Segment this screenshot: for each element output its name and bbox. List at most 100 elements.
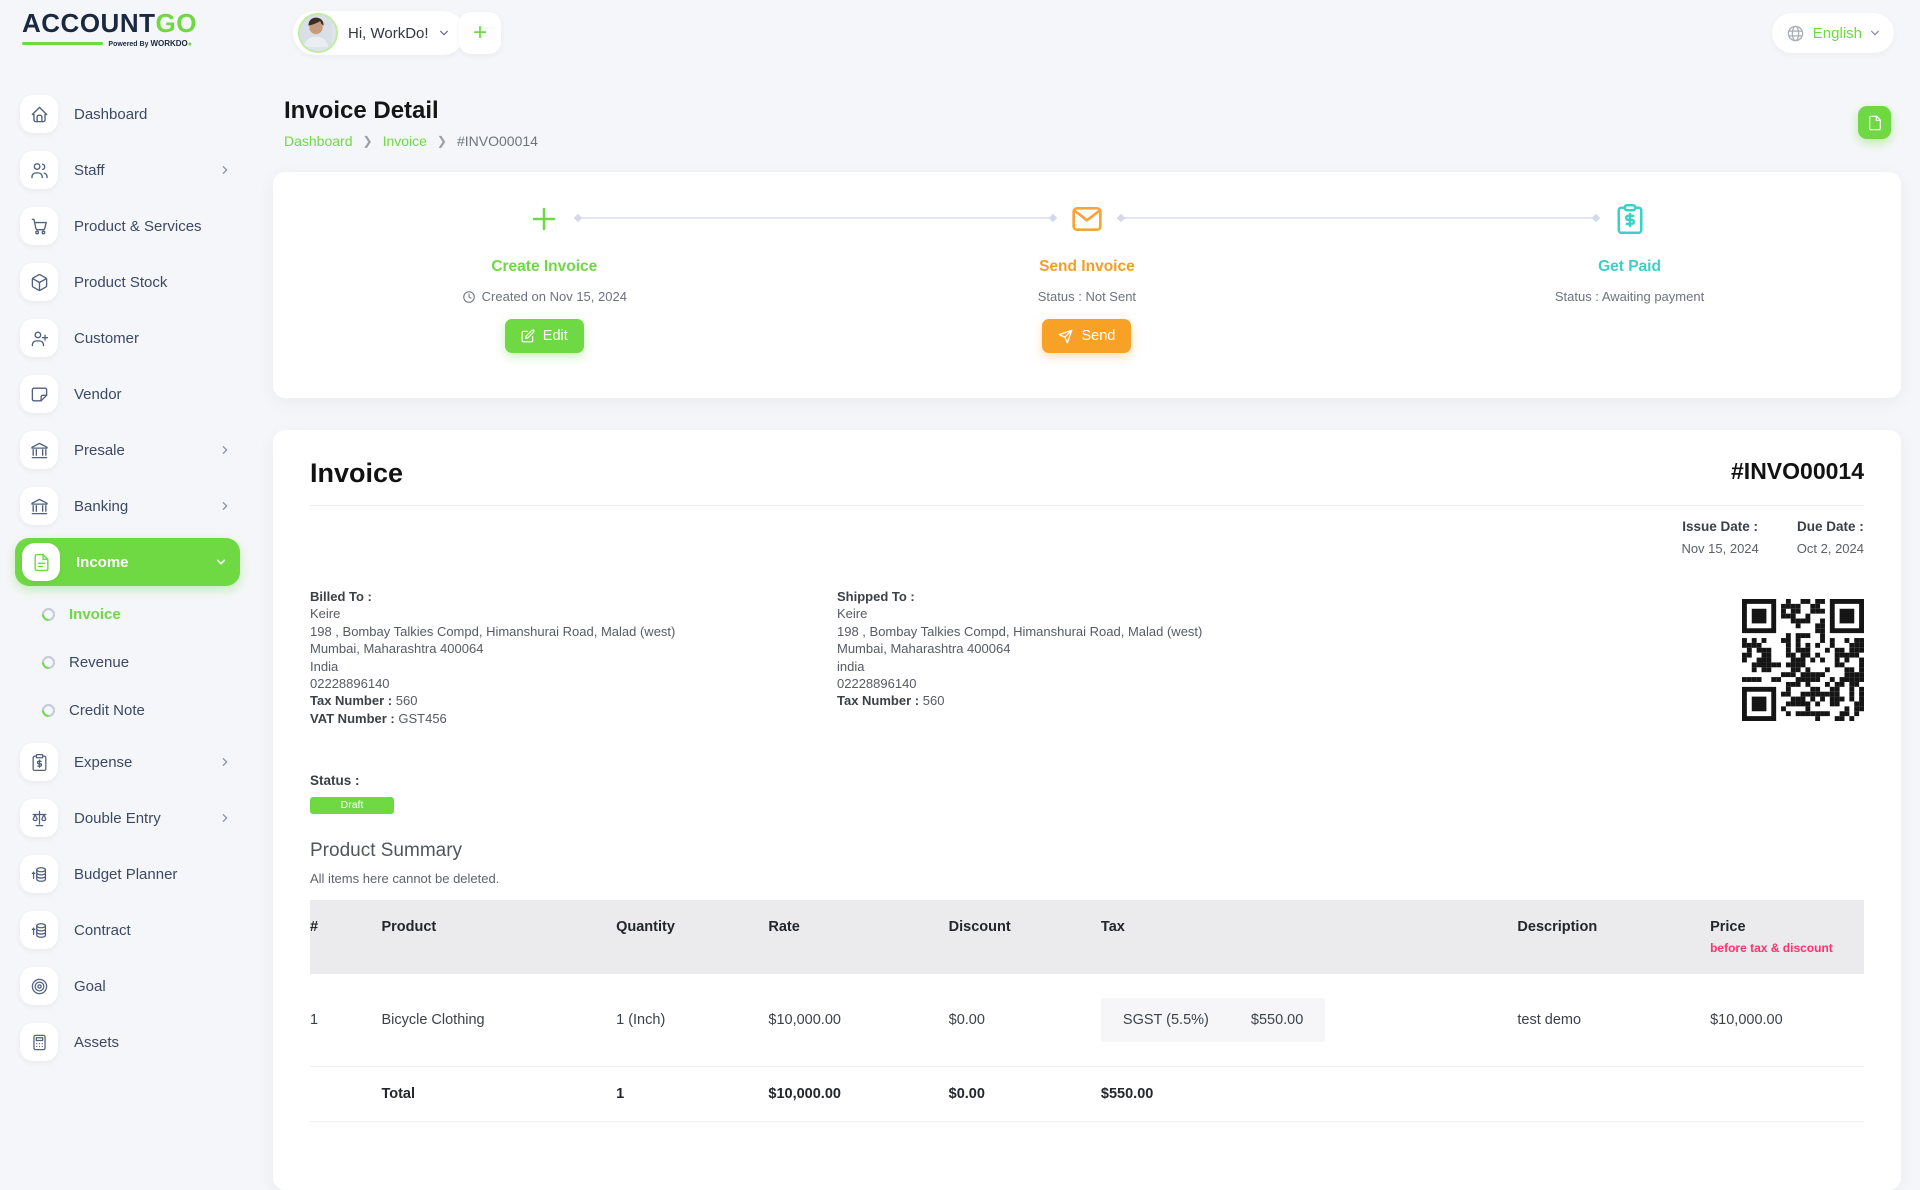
user-menu[interactable]: Hi, WorkDo! [293,11,465,55]
sidebar-item-customer[interactable]: Customer [0,310,256,366]
total-discount: $0.00 [949,1067,1101,1122]
cell-quantity: 1 (Inch) [616,974,768,1067]
add-button[interactable]: + [459,12,501,54]
logo-text: ACCOUNTGO [22,10,192,36]
product-summary-title: Product Summary [310,840,1864,862]
step-title: Send Invoice [816,258,1359,276]
price-subnote: before tax & discount [1710,941,1856,955]
step-get-paid: Get Paid Status : Awaiting payment [1358,172,1901,398]
sidebar-item-label: Vendor [74,386,122,403]
sidebar-subitem-label: Credit Note [69,702,145,719]
bullet-ring-icon [39,701,57,719]
total-quantity: 1 [616,1067,768,1122]
sidebar-item-assets[interactable]: Assets [0,1014,256,1070]
logo-underline [22,42,103,45]
sidebar-item-label: Contract [74,922,131,939]
coins-icon [30,921,49,940]
chevron-right-icon [220,757,230,767]
edit-invoice-button[interactable]: Edit [505,319,584,353]
chevron-right-icon: ❯ [437,134,447,148]
cell-tax: SGST (5.5%) $550.00 [1101,974,1517,1067]
sidebar-subitem-credit-note[interactable]: Credit Note [0,686,256,734]
sidebar-item-label: Goal [74,978,106,995]
col-rate: Rate [768,900,948,974]
users-icon [30,161,49,180]
sidebar-item-presale[interactable]: Presale [0,422,256,478]
chevron-right-icon [220,501,230,511]
step-status: Status : Not Sent [816,289,1359,304]
sidebar-item-product-stock[interactable]: Product Stock [0,254,256,310]
sidebar-subitem-invoice[interactable]: Invoice [0,590,256,638]
sidebar-item-double-entry[interactable]: Double Entry [0,790,256,846]
sidebar-item-label: Assets [74,1034,119,1051]
sidebar-item-contract[interactable]: Contract [0,902,256,958]
page-title: Invoice Detail [284,97,538,125]
sidebar-subitem-revenue[interactable]: Revenue [0,638,256,686]
col-tax: Tax [1101,900,1517,974]
qr-code [1742,599,1864,721]
invoice-workflow-card: Create Invoice Created on Nov 15, 2024 E… [273,172,1901,398]
sidebar-item-dashboard[interactable]: Dashboard [0,86,256,142]
preview-invoice-button[interactable] [1858,106,1891,139]
breadcrumb: Dashboard ❯ Invoice ❯ #INVO00014 [284,133,538,149]
step-title: Get Paid [1358,258,1901,276]
target-icon [30,977,49,996]
step-send-invoice: Send Invoice Status : Not Sent Send [816,172,1359,398]
sidebar-item-income[interactable]: Income [15,538,240,586]
cell-discount: $0.00 [949,974,1101,1067]
sidebar-item-product-services[interactable]: Product & Services [0,198,256,254]
language-selector[interactable]: English [1772,13,1894,53]
bullet-ring-icon [39,653,57,671]
calculator-icon [30,1033,49,1052]
sidebar-subitem-label: Invoice [69,606,121,623]
bullet-ring-icon [39,605,57,623]
step-status: Status : Awaiting payment [1358,289,1901,304]
breadcrumb-current: #INVO00014 [457,133,538,149]
col-description: Description [1517,900,1710,974]
app-logo[interactable]: ACCOUNTGO Powered By WORKDO● [22,10,192,48]
sidebar-item-vendor[interactable]: Vendor [0,366,256,422]
chevron-down-icon [1870,28,1880,38]
sidebar-item-staff[interactable]: Staff [0,142,256,198]
sidebar-item-budget-planner[interactable]: Budget Planner [0,846,256,902]
chevron-down-icon [439,28,449,38]
cell-price: $10,000.00 [1710,974,1864,1067]
invoice-detail-card: Invoice #INVO00014 Issue Date : Nov 15, … [273,430,1901,1190]
sidebar-item-expense[interactable]: Expense [0,734,256,790]
sidebar-item-goal[interactable]: Goal [0,958,256,1014]
sidebar-item-label: Presale [74,442,125,459]
sidebar-item-label: Double Entry [74,810,161,827]
shipped-to-block: Shipped To : Keire 198 , Bombay Talkies … [837,588,1742,727]
mail-icon [1071,205,1103,233]
step-title: Create Invoice [273,258,816,276]
clipboard-dollar-icon [30,753,49,772]
issue-date: Issue Date : Nov 15, 2024 [1681,519,1758,556]
send-invoice-button[interactable]: Send [1042,319,1131,353]
chevron-right-icon [220,445,230,455]
step-status: Created on Nov 15, 2024 [273,289,816,304]
sidebar-subitem-label: Revenue [69,654,129,671]
breadcrumb-invoice[interactable]: Invoice [383,133,427,149]
box-icon [30,273,49,292]
send-icon [1058,329,1073,344]
bank-icon [30,497,49,516]
col-product: Product [381,900,616,974]
cell-rate: $10,000.00 [768,974,948,1067]
due-date: Due Date : Oct 2, 2024 [1797,519,1864,556]
coins-icon [30,865,49,884]
status-label: Status : [310,773,1864,788]
file-icon [1867,115,1883,131]
breadcrumb-dashboard[interactable]: Dashboard [284,133,353,149]
sidebar-item-banking[interactable]: Banking [0,478,256,534]
product-summary-note: All items here cannot be deleted. [310,871,1864,886]
billed-to-block: Billed To : Keire 198 , Bombay Talkies C… [310,588,837,727]
total-rate: $10,000.00 [768,1067,948,1122]
table-header-row: # Product Quantity Rate Discount Tax Des… [310,900,1864,974]
cell-num: 1 [310,974,381,1067]
sidebar-item-label: Income [76,554,129,571]
col-price: Price before tax & discount [1710,900,1864,974]
greeting-label: Hi, WorkDo! [348,25,429,42]
total-label: Total [381,1067,616,1122]
sidebar-item-label: Banking [74,498,128,515]
sidebar-item-label: Product & Services [74,218,202,235]
